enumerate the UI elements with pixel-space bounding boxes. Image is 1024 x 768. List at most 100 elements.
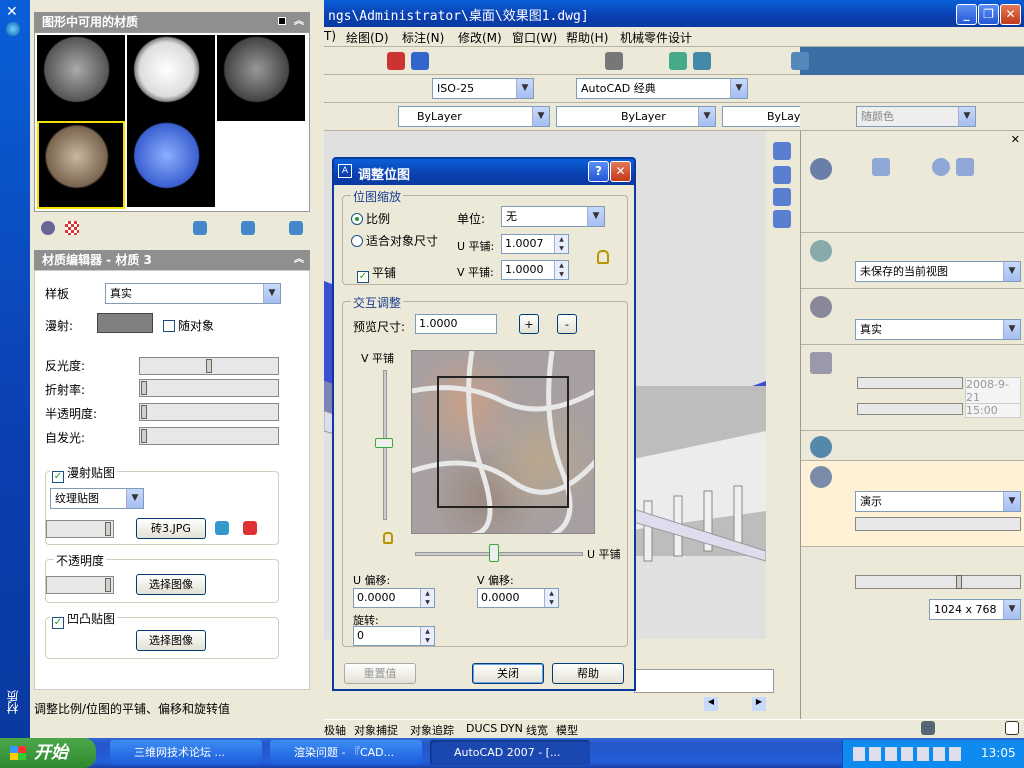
taskbar-item-autocad[interactable]: AutoCAD 2007 - [... — [430, 740, 590, 765]
exposure-thumb[interactable] — [956, 575, 962, 589]
menu-item-draw[interactable]: 绘图(D) — [346, 29, 389, 46]
by-object-box[interactable] — [163, 320, 175, 332]
dashboard-close-icon[interactable]: ✕ — [1011, 133, 1020, 146]
toggle-view-icon[interactable] — [278, 17, 286, 25]
status-lwt[interactable]: 线宽 — [526, 722, 548, 738]
diffuse-blend-thumb[interactable] — [105, 522, 111, 536]
render-teapot-icon[interactable] — [810, 466, 832, 488]
workspace-select[interactable]: AutoCAD 经典 ▼ — [576, 78, 748, 99]
dialog-ok-close-button[interactable]: 关闭 — [472, 663, 544, 684]
resolution-select[interactable]: 1024 x 768 ▼ — [929, 599, 1021, 620]
shininess-thumb[interactable] — [206, 359, 212, 373]
preview-plus-button[interactable]: + — [519, 314, 539, 334]
render-preset-select[interactable]: 演示 ▼ — [855, 491, 1021, 512]
zoom-in-icon[interactable] — [791, 52, 809, 70]
delete-map-icon[interactable] — [243, 521, 257, 535]
zoom-realtime-icon[interactable] — [669, 52, 687, 70]
restore-button[interactable]: ❐ — [978, 4, 999, 25]
dimstyle-select[interactable]: ISO-25 ▼ — [432, 78, 534, 99]
v-tile-input[interactable]: 1.0000 ▲ ▼ — [501, 260, 569, 280]
template-select[interactable]: 真实 ▼ — [105, 283, 281, 304]
diffuse-map-blend-slider[interactable] — [46, 520, 114, 538]
visual-style-select[interactable]: 真实 ▼ — [855, 319, 1021, 340]
purge-material-icon[interactable] — [289, 221, 303, 235]
interactive-lock-icon[interactable] — [383, 532, 393, 544]
material-swatch-3[interactable] — [217, 35, 305, 121]
preview-minus-button[interactable]: - — [557, 314, 577, 334]
material-swatch-5[interactable] — [127, 121, 215, 207]
v-tile-slider-thumb[interactable] — [375, 438, 393, 448]
minimize-button[interactable]: _ — [956, 4, 977, 25]
fit-radio-dot[interactable] — [351, 235, 363, 247]
scroll-right-icon[interactable]: ▶ — [752, 697, 766, 711]
status-ducs[interactable]: DUCS — [466, 722, 497, 735]
linetype-select[interactable]: ByLayer ▼ — [556, 106, 716, 127]
color-select[interactable]: 随颜色 ▼ — [856, 106, 976, 127]
translucency-thumb[interactable] — [141, 405, 147, 419]
date-slider[interactable] — [857, 377, 963, 389]
lock-aspect-icon[interactable] — [597, 250, 609, 264]
tray-icons[interactable] — [853, 747, 963, 761]
collapse-icon[interactable]: ︽ — [294, 12, 304, 32]
layer-select[interactable]: ByLayer ▼ — [398, 106, 550, 127]
zoom-tool-icon[interactable] — [411, 52, 429, 70]
bump-box[interactable]: ✓ — [52, 617, 64, 629]
create-material-icon[interactable] — [193, 221, 207, 235]
editor-collapse-icon[interactable]: ︽ — [294, 250, 304, 270]
unit-select[interactable]: 无 ▼ — [501, 206, 605, 227]
sphere-icon[interactable] — [932, 158, 950, 176]
menu-item-mechanical[interactable]: 机械零件设计 — [620, 29, 692, 46]
time-slider[interactable] — [857, 403, 963, 415]
status-otrack[interactable]: 对象追踪 — [410, 722, 454, 738]
start-button[interactable]: 开始 — [0, 738, 96, 768]
tile-box[interactable]: ✓ — [357, 271, 369, 283]
bitmap-preview[interactable] — [411, 350, 595, 534]
u-tile-slider-track[interactable] — [415, 552, 583, 556]
calc-icon[interactable] — [605, 52, 623, 70]
ratio-radio-dot[interactable] — [351, 213, 363, 225]
rotation-input[interactable]: 0 ▲ ▼ — [353, 626, 435, 646]
map-file-button[interactable]: 砖3.JPG — [136, 518, 206, 539]
visual-style-icon[interactable] — [810, 296, 832, 318]
status-model[interactable]: 模型 — [556, 722, 578, 738]
self-illum-thumb[interactable] — [141, 429, 147, 443]
3d-make-icon[interactable] — [810, 158, 832, 180]
preview-size-input[interactable]: 1.0000 — [415, 314, 497, 334]
v-offset-input[interactable]: 0.0000 ▲ ▼ — [477, 588, 559, 608]
view-tool-1-icon[interactable] — [773, 142, 791, 160]
ratio-radio[interactable]: 比例 — [351, 210, 390, 227]
3d-navigate-icon[interactable] — [810, 240, 832, 262]
dialog-help-action-button[interactable]: 帮助 — [552, 663, 624, 684]
exposure-slider[interactable] — [855, 575, 1021, 589]
menu-item-window[interactable]: 窗口(W) — [512, 29, 557, 46]
named-view-select[interactable]: 未保存的当前视图 ▼ — [855, 261, 1021, 282]
materials-icon[interactable] — [810, 436, 832, 458]
taskbar-item-render[interactable]: 渲染问题 - 『CAD... — [270, 740, 422, 765]
box-icon[interactable] — [872, 158, 890, 176]
clean-screen-icon[interactable] — [1005, 721, 1019, 735]
status-polar[interactable]: 极轴 — [324, 722, 346, 738]
view-tool-2-icon[interactable] — [773, 166, 791, 184]
view-tool-3-icon[interactable] — [773, 188, 791, 206]
fit-object-radio[interactable]: 适合对象尺寸 — [351, 232, 438, 249]
close-button[interactable]: ✕ — [1000, 4, 1021, 25]
view-tool-4-icon[interactable] — [773, 210, 791, 228]
menu-item-tools[interactable]: T) — [324, 29, 336, 43]
scroll-left-icon[interactable]: ◀ — [704, 697, 718, 711]
diffuse-color-swatch[interactable] — [97, 313, 153, 333]
u-tile-input[interactable]: 1.0007 ▲ ▼ — [501, 234, 569, 254]
adjust-bitmap-icon[interactable] — [215, 521, 229, 535]
self-illum-slider[interactable] — [139, 427, 279, 445]
refraction-thumb[interactable] — [141, 381, 147, 395]
taskbar-item-forum[interactable]: 三维网技术论坛 ... — [110, 740, 262, 765]
diffuse-map-box[interactable]: ✓ — [52, 471, 64, 483]
diffuse-map-checkbox[interactable]: ✓ 漫射贴图 — [50, 464, 118, 483]
zoom-window-icon[interactable] — [693, 52, 711, 70]
checker-icon[interactable] — [65, 221, 79, 235]
material-swatch-2[interactable] — [127, 35, 215, 121]
map-type-select[interactable]: 纹理贴图 ▼ — [50, 488, 144, 509]
by-object-checkbox[interactable]: 随对象 — [163, 317, 214, 334]
light-icon[interactable] — [810, 352, 832, 374]
menu-item-help[interactable]: 帮助(H) — [566, 29, 608, 46]
swatch-geometry-icon[interactable] — [41, 221, 55, 235]
